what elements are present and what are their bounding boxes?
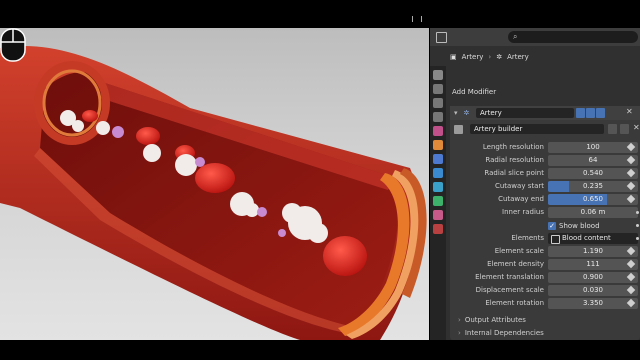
param-label: Length resolution (482, 143, 544, 151)
data-tab-icon[interactable] (433, 210, 443, 220)
editor-type-icon[interactable] (436, 32, 447, 43)
param-label: Displacement scale (475, 286, 544, 294)
param-element-translation: Element translation 0.900 (450, 272, 640, 284)
breadcrumb-modifier-object: Artery (507, 53, 529, 61)
expand-chevron-icon: › (458, 316, 461, 324)
breadcrumb-object: Artery (461, 53, 484, 61)
param-label: Cutaway end (498, 195, 544, 203)
checkbox-label: Show blood (559, 221, 600, 230)
param-element-rotation: Element rotation 3.350 (450, 298, 640, 310)
param-label: Inner radius (502, 208, 544, 216)
param-label: Radial resolution (485, 156, 544, 164)
collection-icon (551, 235, 560, 244)
particles-tab-icon[interactable] (433, 168, 443, 178)
geometry-nodes-icon: ✲ (463, 109, 470, 117)
output-attributes-subpanel[interactable]: › Output Attributes (458, 316, 526, 324)
window-mark-icon (412, 16, 422, 22)
add-modifier-button[interactable]: Add Modifier (452, 88, 496, 96)
object-icon: ▣ (450, 53, 457, 61)
show-blood-checkbox[interactable]: ✓ Show blood (548, 220, 638, 231)
param-label: Cutaway start (494, 182, 544, 190)
constraints-tab-icon[interactable] (433, 196, 443, 206)
collapse-chevron-icon[interactable]: ▾ (454, 109, 458, 117)
physics-tab-icon[interactable] (433, 182, 443, 192)
breadcrumb: ▣ Artery › ✲ Artery (450, 50, 529, 64)
param-label: Radial slice point (484, 169, 544, 177)
object-tab-icon[interactable] (433, 140, 443, 150)
subpanel-label: Output Attributes (464, 316, 526, 324)
param-radial-resolution: Radial resolution 64 (450, 155, 640, 167)
param-displacement-scale: Displacement scale 0.030 (450, 285, 640, 297)
texture-tab-icon[interactable] (433, 224, 443, 234)
inner-radius-field[interactable]: 0.06 m (548, 207, 638, 218)
param-label: Element rotation (485, 299, 544, 307)
param-element-scale: Element scale 1.190 (450, 246, 640, 258)
modifier-name-field[interactable]: Artery (476, 108, 574, 118)
modifier-visibility-toggles (576, 108, 605, 118)
node-group-icon[interactable] (454, 125, 463, 134)
expand-chevron-icon: › (458, 329, 461, 337)
checkbox-icon: ✓ (548, 221, 556, 230)
wrench-icon: ✲ (496, 53, 503, 61)
unlink-icon[interactable]: ✕ (633, 123, 640, 132)
breadcrumb-separator-icon: › (488, 53, 492, 61)
keyframe-dot-icon[interactable] (636, 211, 639, 214)
param-label: Elements (511, 234, 544, 242)
node-group-field[interactable]: Artery builder (470, 124, 604, 134)
modifier-tab-icon[interactable] (433, 154, 443, 164)
search-icon: ⌕ (513, 32, 518, 41)
node-group-selector: Artery builder ✕ (454, 123, 640, 136)
edit-mode-toggle-icon[interactable] (576, 108, 585, 118)
radial-resolution-field[interactable]: 64 (548, 155, 638, 166)
param-label: Element density (487, 260, 544, 268)
mouse-icon (0, 28, 26, 62)
param-radial-slice-point: Radial slice point 0.540 (450, 168, 640, 180)
param-cutaway-end: Cutaway end 0.650 (450, 194, 640, 206)
subpanel-label: Internal Dependencies (464, 329, 544, 337)
param-label: Element scale (494, 247, 544, 255)
3d-viewport[interactable] (0, 28, 429, 340)
properties-panel: ⌕ ▣ Artery › ✲ Artery Add Modifier ▾ ✲ A… (430, 28, 640, 340)
modifier-close-icon[interactable]: ✕ (626, 107, 633, 116)
param-element-density: Element density 111 (450, 259, 640, 271)
panel-header: ⌕ (430, 28, 640, 46)
render-toggle-icon[interactable] (596, 108, 605, 118)
element-scale-field[interactable]: 1.190 (548, 246, 638, 257)
render-tab-icon[interactable] (433, 84, 443, 94)
output-tab-icon[interactable] (433, 98, 443, 108)
scene-tab-icon[interactable] (433, 126, 443, 136)
modifier-panel: ▾ ✲ Artery ✕ Artery builder ✕ Length res… (450, 106, 640, 340)
param-label: Element translation (475, 273, 544, 281)
cutaway-end-slider[interactable]: 0.650 (548, 194, 638, 205)
slider-fill (548, 181, 570, 192)
element-translation-field[interactable]: 0.900 (548, 272, 638, 283)
element-density-field[interactable]: 111 (548, 259, 638, 270)
viewport-toggle-icon[interactable] (586, 108, 595, 118)
bottom-bar (0, 340, 640, 360)
param-cutaway-start: Cutaway start 0.235 (450, 181, 640, 193)
elements-collection-field[interactable]: Blood content (548, 233, 638, 244)
element-rotation-field[interactable]: 3.350 (548, 298, 638, 309)
view-layer-tab-icon[interactable] (433, 112, 443, 122)
tool-tab-icon[interactable] (433, 70, 443, 80)
radial-slice-point-field[interactable]: 0.540 (548, 168, 638, 179)
param-length-resolution: Length resolution 100 (450, 142, 640, 154)
fake-user-icon[interactable] (608, 124, 617, 134)
length-resolution-field[interactable]: 100 (548, 142, 638, 153)
artery-render (0, 46, 427, 340)
param-inner-radius: Inner radius 0.06 m (450, 207, 640, 219)
cutaway-start-slider[interactable]: 0.235 (548, 181, 638, 192)
param-show-blood: ✓ Show blood (450, 220, 640, 232)
properties-tabs (430, 66, 446, 340)
search-input[interactable]: ⌕ (508, 31, 638, 43)
top-bar (0, 0, 640, 28)
internal-dependencies-subpanel[interactable]: › Internal Dependencies (458, 329, 544, 337)
displacement-scale-field[interactable]: 0.030 (548, 285, 638, 296)
param-elements: Elements Blood content (450, 233, 640, 245)
keyframe-dot-icon[interactable] (636, 237, 639, 240)
duplicate-icon[interactable] (620, 124, 629, 134)
keyframe-dot-icon[interactable] (636, 224, 639, 227)
